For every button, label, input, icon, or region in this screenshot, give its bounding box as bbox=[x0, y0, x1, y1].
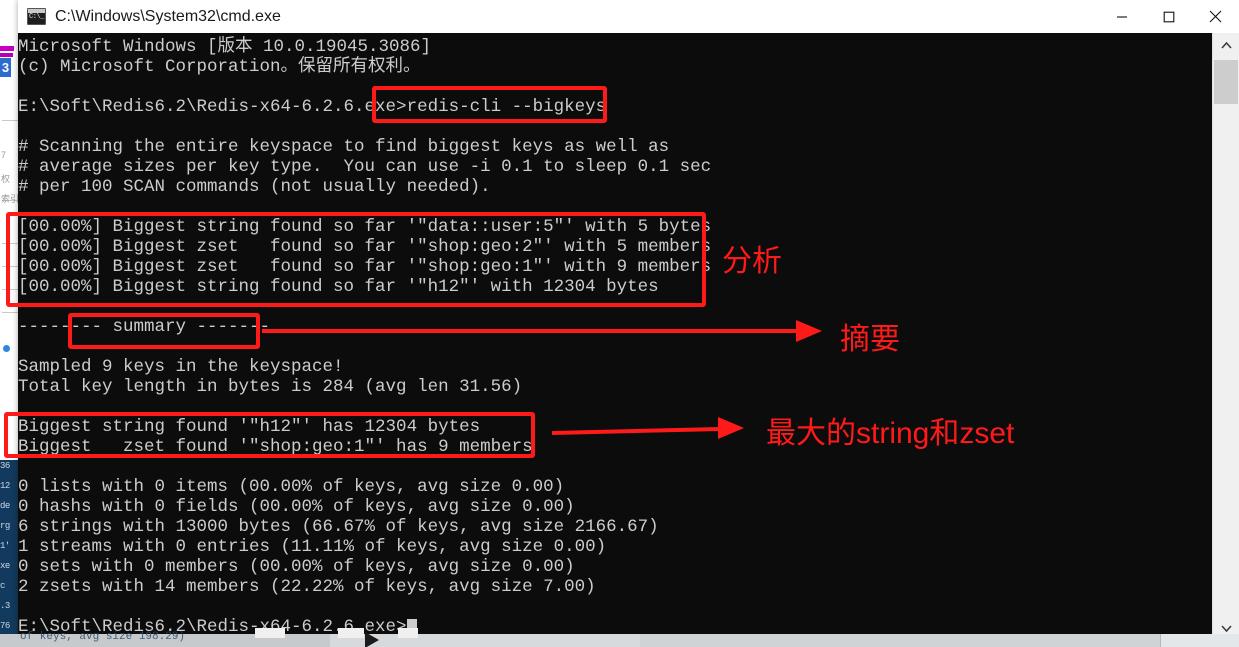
terminal-scrollbar[interactable] bbox=[1212, 33, 1239, 640]
terminal-line: 0 sets with 0 members (00.00% of keys, a… bbox=[18, 557, 575, 577]
background-chip-3 bbox=[398, 628, 418, 638]
window-controls bbox=[1098, 0, 1239, 33]
terminal-line: Biggest zset found '"shop:geo:1"' has 9 … bbox=[18, 437, 533, 457]
navy-fragment-7: .3 bbox=[0, 601, 10, 611]
navy-fragment-8: 76 bbox=[0, 621, 10, 631]
close-button[interactable] bbox=[1192, 0, 1239, 33]
background-divider-1 bbox=[2, 120, 18, 121]
cmd-window: C:\_ C:\Windows\System32\cmd.exe Microso… bbox=[18, 0, 1239, 640]
navy-fragment-3: rg bbox=[0, 521, 10, 531]
terminal-output-area[interactable]: Microsoft Windows [版本 10.0.19045.3086] (c… bbox=[18, 33, 1239, 640]
background-faint-label-2: 权 bbox=[1, 174, 11, 184]
terminal-line: # average sizes per key type. You can us… bbox=[18, 157, 712, 177]
background-divider-5 bbox=[2, 289, 18, 290]
terminal-line: [00.00%] Biggest string found so far '"h… bbox=[18, 277, 659, 297]
background-bottom-text: of keys, avg size 198.29) bbox=[20, 631, 186, 643]
terminal-line: [00.00%] Biggest zset found so far '"sho… bbox=[18, 237, 712, 257]
background-magenta-bar-1 bbox=[0, 46, 14, 51]
screen-root: 3 7 权 索引 36 12 de rg 1' xe c .3 76 C:\_ … bbox=[0, 0, 1239, 647]
terminal-text: Microsoft Windows [版本 10.0.19045.3086] (c… bbox=[18, 37, 1196, 637]
terminal-line: Microsoft Windows [版本 10.0.19045.3086] bbox=[18, 37, 432, 57]
terminal-line: 0 hashs with 0 fields (00.00% of keys, a… bbox=[18, 497, 575, 517]
terminal-line: Total key length in bytes is 284 (avg le… bbox=[18, 377, 523, 397]
background-divider-3 bbox=[2, 243, 18, 244]
cmd-console-icon: C:\_ bbox=[27, 8, 46, 25]
navy-fragment-2: de bbox=[0, 501, 10, 511]
background-magenta-bar-2 bbox=[0, 53, 13, 57]
background-bottom-segment-c bbox=[1160, 634, 1239, 647]
terminal-line: 0 lists with 0 items (00.00% of keys, av… bbox=[18, 477, 565, 497]
background-divider-4 bbox=[2, 266, 18, 267]
background-divider-6 bbox=[2, 312, 18, 313]
scrollbar-thumb[interactable] bbox=[1214, 60, 1238, 104]
terminal-line: -------- summary ------- bbox=[18, 317, 271, 337]
terminal-line: Biggest string found '"h12"' has 12304 b… bbox=[18, 417, 481, 437]
background-badge: 3 bbox=[0, 58, 11, 77]
terminal-line: 1 streams with 0 entries (11.11% of keys… bbox=[18, 537, 607, 557]
minimize-button[interactable] bbox=[1098, 0, 1145, 33]
terminal-line: E:\Soft\Redis6.2\Redis-x64-6.2.6.exe>red… bbox=[18, 97, 607, 117]
navy-fragment-0: 36 bbox=[0, 461, 10, 471]
background-play-icon bbox=[365, 632, 379, 647]
terminal-line: Sampled 9 keys in the keyspace! bbox=[18, 357, 344, 377]
terminal-line: # per 100 SCAN commands (not usually nee… bbox=[18, 177, 491, 197]
navy-fragment-4: 1' bbox=[0, 541, 10, 551]
terminal-line: [00.00%] Biggest string found so far '"d… bbox=[18, 217, 712, 237]
window-title: C:\Windows\System32\cmd.exe bbox=[55, 7, 281, 25]
cmd-icon-glyph: C:\_ bbox=[28, 13, 45, 24]
background-chip-1 bbox=[255, 628, 285, 638]
navy-fragment-6: c bbox=[0, 581, 5, 591]
scroll-up-arrow-icon[interactable] bbox=[1213, 33, 1239, 57]
terminal-line: [00.00%] Biggest zset found so far '"sho… bbox=[18, 257, 712, 277]
terminal-line: # Scanning the entire keyspace to find b… bbox=[18, 137, 670, 157]
title-bar[interactable]: C:\_ C:\Windows\System32\cmd.exe bbox=[18, 0, 1239, 34]
maximize-button[interactable] bbox=[1145, 0, 1192, 33]
navy-fragment-5: xe bbox=[0, 561, 10, 571]
background-chip-2 bbox=[338, 628, 364, 638]
background-faint-label-3: 索引 bbox=[1, 194, 20, 204]
background-status-dot bbox=[3, 345, 10, 352]
navy-fragment-1: 12 bbox=[0, 481, 10, 491]
background-faint-label-1: 7 bbox=[1, 150, 7, 160]
terminal-line: (c) Microsoft Corporation。保留所有权利。 bbox=[18, 57, 421, 77]
terminal-line: 6 strings with 13000 bytes (66.67% of ke… bbox=[18, 517, 659, 537]
terminal-line: 2 zsets with 14 members (22.22% of keys,… bbox=[18, 577, 596, 597]
